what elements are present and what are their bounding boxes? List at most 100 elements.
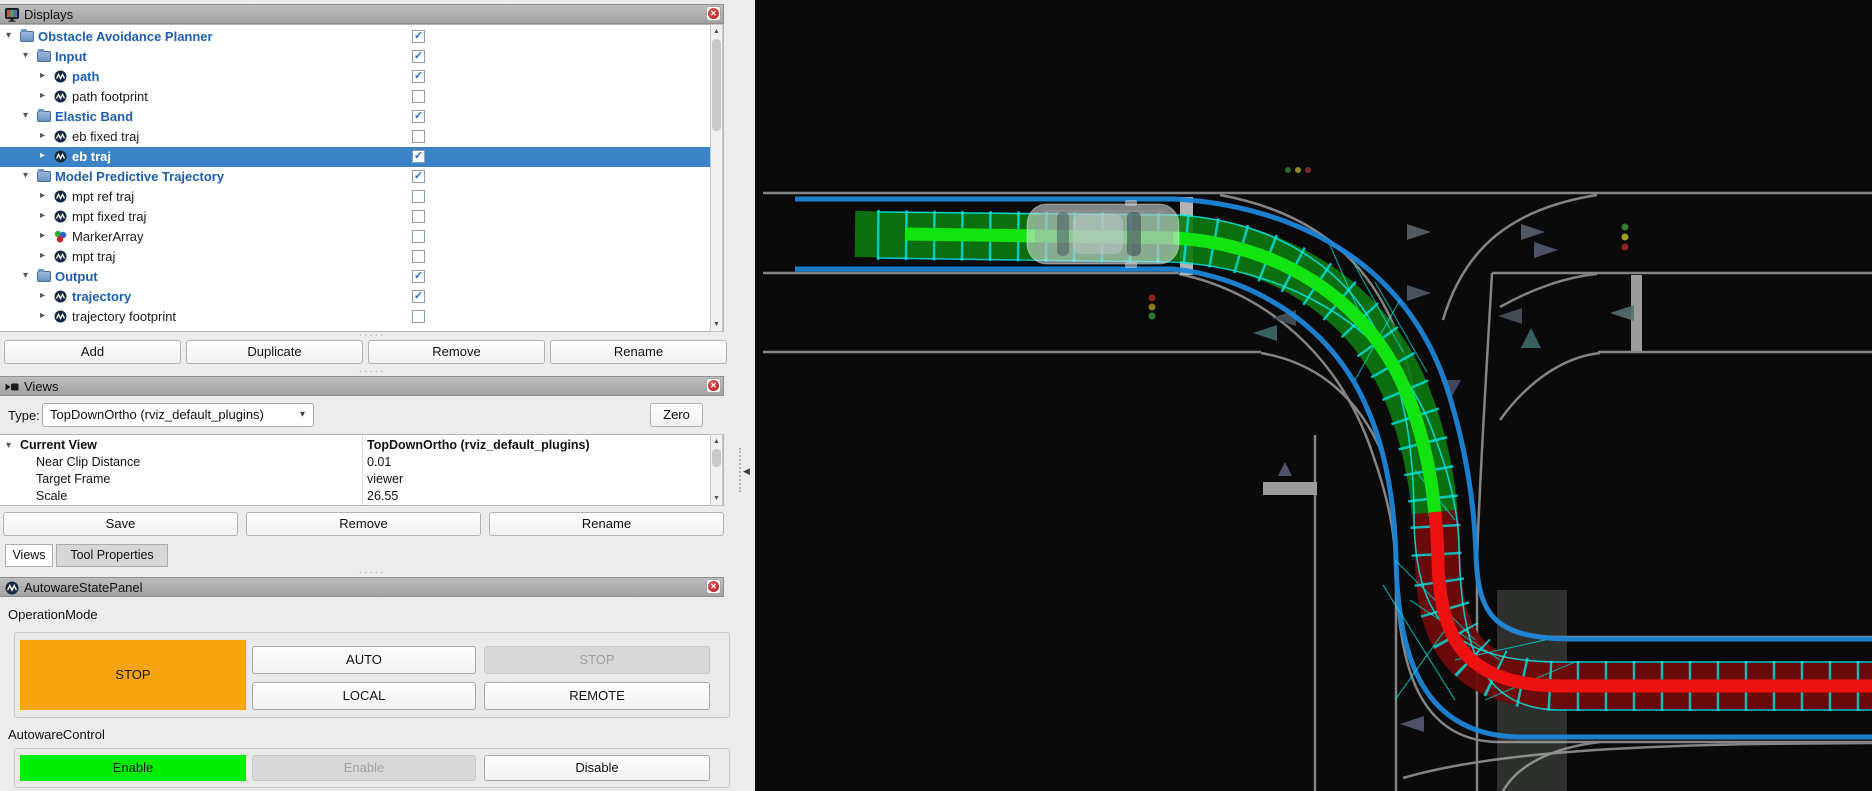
property-row-near-clip-distance[interactable]: Near Clip Distance 0.01 (0, 454, 710, 471)
collapse-icon[interactable]: ▾ (6, 30, 11, 41)
scroll-up-icon[interactable]: ▲ (711, 26, 722, 37)
tree-item-mpt-traj[interactable]: ▸ mpt traj (0, 247, 710, 267)
property-row-scale[interactable]: Scale 26.55 (0, 488, 710, 505)
views-close-button[interactable]: ✕ (706, 378, 721, 393)
visibility-checkbox[interactable] (412, 90, 425, 103)
property-value[interactable]: TopDownOrtho (rviz_default_plugins) (367, 438, 590, 452)
visibility-checkbox[interactable] (412, 130, 425, 143)
remote-button[interactable]: REMOTE (484, 682, 710, 710)
save-button[interactable]: Save (3, 512, 238, 536)
visibility-checkbox[interactable]: ✓ (412, 50, 425, 63)
expand-icon[interactable]: ▸ (40, 230, 45, 241)
property-value[interactable]: viewer (367, 472, 403, 486)
current-view-properties[interactable]: ▾ Current View TopDownOrtho (rviz_default_… (0, 434, 724, 506)
tree-item-trajectory[interactable]: ▸ trajectory ✓ (0, 287, 710, 307)
property-value[interactable]: 0.01 (367, 455, 391, 469)
tree-item-output[interactable]: ▾ Output ✓ (0, 267, 710, 287)
collapse-panel-icon[interactable]: ◀ (743, 466, 750, 477)
scroll-down-icon[interactable]: ▼ (711, 319, 722, 330)
scroll-up-icon[interactable]: ▲ (711, 436, 722, 447)
views-panel-header[interactable]: Views (0, 376, 724, 396)
visibility-checkbox[interactable]: ✓ (412, 30, 425, 43)
rename-button[interactable]: Rename (489, 512, 724, 536)
property-row-current-view[interactable]: ▾ Current View TopDownOrtho (rviz_default_… (0, 437, 710, 454)
local-button[interactable]: LOCAL (252, 682, 476, 710)
remove-button[interactable]: Remove (246, 512, 481, 536)
property-row-target-frame[interactable]: Target Frame viewer (0, 471, 710, 488)
tree-item-model-predictive-trajectory[interactable]: ▾ Model Predictive Trajectory ✓ (0, 167, 710, 187)
chevron-down-icon: ▾ (299, 409, 305, 420)
tree-item-path[interactable]: ▸ path ✓ (0, 67, 710, 87)
3d-viewport[interactable] (755, 0, 1872, 791)
collapse-icon[interactable]: ▾ (23, 110, 28, 121)
visibility-checkbox[interactable]: ✓ (412, 290, 425, 303)
zero-button[interactable]: Zero (650, 403, 703, 427)
tree-item-mpt-fixed-traj[interactable]: ▸ mpt fixed traj (0, 207, 710, 227)
visibility-checkbox[interactable]: ✓ (412, 70, 425, 83)
displays-close-button[interactable]: ✕ (706, 6, 721, 21)
auto-button[interactable]: AUTO (252, 646, 476, 674)
duplicate-button[interactable]: Duplicate (186, 340, 363, 364)
add-button[interactable]: Add (4, 340, 181, 364)
property-value[interactable]: 26.55 (367, 489, 398, 503)
visibility-checkbox[interactable]: ✓ (412, 270, 425, 283)
expand-icon[interactable]: ▸ (40, 290, 45, 301)
autoware-close-button[interactable]: ✕ (706, 579, 721, 594)
autoware-display-icon (54, 210, 68, 223)
tree-item-markerarray[interactable]: ▸ MarkerArray (0, 227, 710, 247)
splitter-dots[interactable]: ····· (0, 367, 744, 377)
expand-icon[interactable]: ▸ (40, 150, 45, 161)
tree-item-eb-fixed-traj[interactable]: ▸ eb fixed traj (0, 127, 710, 147)
visibility-checkbox[interactable]: ✓ (412, 150, 425, 163)
displays-tree[interactable]: ▾ Obstacle Avoidance Planner ✓ ▾ Input ✓ ▸ path… (0, 24, 724, 332)
scrollbar-thumb[interactable] (712, 39, 721, 131)
autoware-panel-title: AutowareStatePanel (24, 580, 143, 595)
splitter-dotline (739, 448, 741, 492)
expand-icon[interactable]: ▸ (40, 310, 45, 321)
visibility-checkbox[interactable] (412, 210, 425, 223)
collapse-icon[interactable]: ▾ (23, 170, 28, 181)
visibility-checkbox[interactable]: ✓ (412, 110, 425, 123)
tree-item-obstacle-avoidance-planner[interactable]: ▾ Obstacle Avoidance Planner ✓ (0, 27, 710, 47)
tree-item-elastic-band[interactable]: ▾ Elastic Band ✓ (0, 107, 710, 127)
views-scrollbar[interactable]: ▲ ▼ (710, 434, 723, 506)
tab-tool-properties[interactable]: Tool Properties (56, 544, 168, 567)
expand-icon[interactable]: ▸ (40, 90, 45, 101)
disable-button[interactable]: Disable (484, 755, 710, 781)
panel-splitter[interactable]: ◀ (734, 0, 755, 791)
stop-button[interactable]: STOP (484, 646, 710, 674)
rename-button[interactable]: Rename (550, 340, 727, 364)
enable-button[interactable]: Enable (252, 755, 476, 781)
collapse-icon[interactable]: ▾ (23, 270, 28, 281)
displays-panel-header[interactable]: Displays (0, 4, 724, 24)
expand-icon[interactable]: ▸ (40, 250, 45, 261)
tree-item-trajectory-footprint[interactable]: ▸ trajectory footprint (0, 307, 710, 327)
tree-item-path-footprint[interactable]: ▸ path footprint (0, 87, 710, 107)
visibility-checkbox[interactable] (412, 230, 425, 243)
visibility-checkbox[interactable] (412, 190, 425, 203)
splitter-dots[interactable]: ····· (0, 568, 744, 578)
tree-item-label: path (72, 69, 100, 84)
visibility-checkbox[interactable] (412, 310, 425, 323)
scroll-down-icon[interactable]: ▼ (711, 493, 722, 504)
remove-button[interactable]: Remove (368, 340, 545, 364)
view-type-dropdown[interactable]: TopDownOrtho (rviz_default_plugins) ▾ (42, 403, 314, 427)
tab-views[interactable]: Views (5, 544, 53, 567)
autoware-panel-header[interactable]: AutowareStatePanel (0, 577, 724, 597)
visibility-checkbox[interactable]: ✓ (412, 170, 425, 183)
expand-icon[interactable]: ▸ (40, 190, 45, 201)
collapse-icon[interactable]: ▾ (6, 440, 11, 451)
visibility-checkbox[interactable] (412, 250, 425, 263)
close-icon: ✕ (708, 581, 719, 592)
tree-item-eb-traj[interactable]: ▸ eb traj ✓ (0, 147, 710, 167)
tree-item-input[interactable]: ▾ Input ✓ (0, 47, 710, 67)
collapse-icon[interactable]: ▾ (23, 50, 28, 61)
expand-icon[interactable]: ▸ (40, 130, 45, 141)
scrollbar-thumb[interactable] (712, 449, 721, 467)
tree-item-mpt-ref-traj[interactable]: ▸ mpt ref traj (0, 187, 710, 207)
expand-icon[interactable]: ▸ (40, 70, 45, 81)
displays-scrollbar[interactable]: ▲ ▼ (710, 24, 723, 332)
splitter-dots[interactable]: ····· (0, 331, 744, 341)
expand-icon[interactable]: ▸ (40, 210, 45, 221)
autoware-display-icon (54, 250, 68, 263)
